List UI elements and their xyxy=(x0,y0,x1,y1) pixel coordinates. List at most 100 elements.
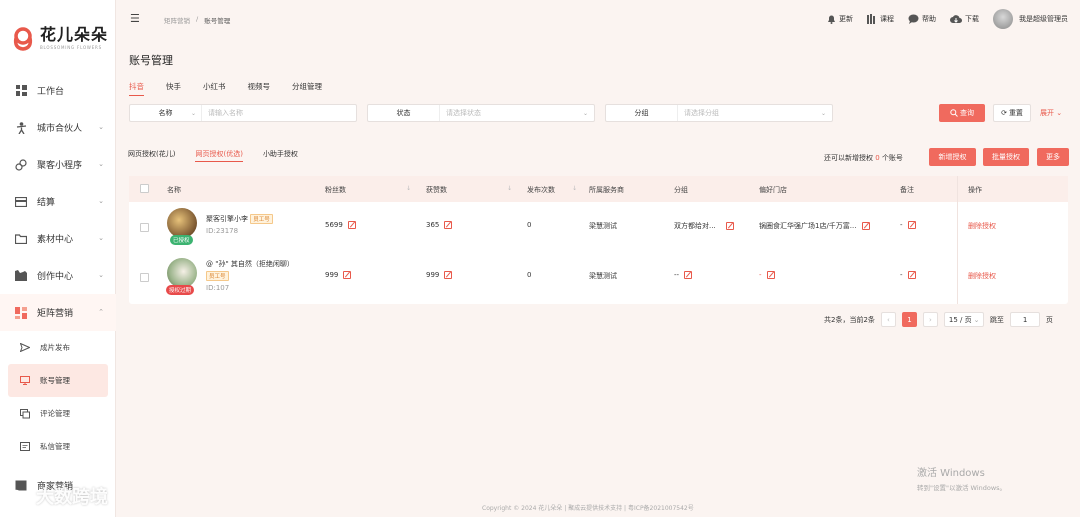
col-posts[interactable]: 发布次数 xyxy=(527,185,555,195)
status-filter-label-box: 状态 xyxy=(368,105,440,121)
edit-icon[interactable] xyxy=(861,222,870,230)
likes-value: 999 xyxy=(426,271,440,279)
provider-value: 梁慧测试 xyxy=(589,272,617,280)
more-button[interactable]: 更多 xyxy=(1037,148,1069,166)
sidebar-item-matrix-marketing[interactable]: 矩阵营销 ⌃ xyxy=(0,294,116,331)
status-select[interactable]: 请选择状态 ⌄ xyxy=(440,105,594,121)
tab-shipinhao[interactable]: 视频号 xyxy=(248,81,271,96)
tab-douyin[interactable]: 抖音 xyxy=(129,81,144,96)
table-row: 授权过期 @ "孙" 其自然（拒绝闲聊） 员工号 ID:107 999 999 … xyxy=(129,252,1068,302)
sort-icon[interactable]: ↓ xyxy=(507,185,512,192)
col-fans[interactable]: 粉丝数 xyxy=(325,185,346,195)
revoke-auth-link[interactable]: 删除授权 xyxy=(968,271,996,281)
update-button[interactable]: 更新 xyxy=(827,14,853,24)
chevron-down-icon: ⌄ xyxy=(98,123,104,131)
group-filter: 分组 请选择分组 ⌄ xyxy=(605,104,833,122)
tab-group-management[interactable]: 分组管理 xyxy=(292,81,322,96)
sidebar-subitem-comments[interactable]: 评论管理 xyxy=(0,397,116,430)
sidebar-subitem-messages[interactable]: 私信管理 xyxy=(0,430,116,463)
name-input[interactable]: 请输入名称 xyxy=(202,105,356,121)
edit-icon[interactable] xyxy=(907,271,916,279)
table-header: 名称 粉丝数 ↓ 获赞数 ↓ 发布次数 ↓ 所属服务商 分组 偏好门店 备注 操… xyxy=(129,176,1068,202)
menu-collapse-icon[interactable]: ☰ xyxy=(130,12,140,25)
col-provider: 所属服务商 xyxy=(589,186,624,194)
jump-page-input[interactable]: 1 xyxy=(1009,312,1040,327)
edit-icon[interactable] xyxy=(725,222,734,230)
revoke-auth-link[interactable]: 删除授权 xyxy=(968,221,996,231)
account-avatar[interactable] xyxy=(167,258,197,288)
sidebar-item-workbench[interactable]: 工作台 xyxy=(0,72,116,109)
sort-icon[interactable]: ↓ xyxy=(406,185,411,192)
account-avatar[interactable] xyxy=(167,208,197,238)
col-likes[interactable]: 获赞数 xyxy=(426,185,447,195)
avatar xyxy=(993,9,1013,29)
tab-xiaohongshu[interactable]: 小红书 xyxy=(203,81,226,96)
chevron-down-icon: ⌄ xyxy=(582,109,588,117)
more-label: 更多 xyxy=(1046,153,1060,161)
group-filter-label-box: 分组 xyxy=(606,105,678,121)
book-icon xyxy=(867,14,875,24)
sidebar-item-settlement[interactable]: 结算 ⌄ xyxy=(0,183,116,220)
sidebar: 花儿朵朵 BLOSSOMING FLOWERS 工作台 城市合伙人 ⌄ 聚客小程… xyxy=(0,0,116,517)
group-value: -- xyxy=(674,271,680,279)
sidebar-subitem-label: 私信管理 xyxy=(40,442,70,451)
edit-icon[interactable] xyxy=(343,271,352,279)
page-size-select[interactable]: 15 / 页 ⌄ xyxy=(943,312,984,327)
edit-icon[interactable] xyxy=(684,271,693,279)
edit-icon[interactable] xyxy=(347,221,356,229)
query-button[interactable]: 查询 xyxy=(939,104,985,122)
status-badge: 授权过期 xyxy=(166,285,195,295)
sort-icon[interactable]: ↓ xyxy=(572,185,577,192)
edit-icon[interactable] xyxy=(907,221,916,229)
download-button[interactable]: 下载 xyxy=(950,14,979,24)
sidebar-item-creation[interactable]: 创作中心 ⌄ xyxy=(0,257,116,294)
expand-toggle[interactable]: 展开 ⌄ xyxy=(1040,108,1062,118)
group-select-placeholder: 请选择分组 xyxy=(684,109,719,117)
group-select[interactable]: 请选择分组 ⌄ xyxy=(678,105,832,121)
watermark-text: 大数跨境 xyxy=(36,487,108,508)
course-button[interactable]: 课程 xyxy=(867,14,894,24)
edit-icon[interactable] xyxy=(444,221,453,229)
tab-kuaishou[interactable]: 快手 xyxy=(166,81,181,96)
edit-icon[interactable] xyxy=(766,271,775,279)
watermark-loop-icon xyxy=(9,489,33,503)
reset-button[interactable]: ⟳ 重置 xyxy=(993,104,1031,122)
accounts-table: 名称 粉丝数 ↓ 获赞数 ↓ 发布次数 ↓ 所属服务商 分组 偏好门店 备注 操… xyxy=(129,176,1068,304)
account-name[interactable]: 聚客引擎小李 xyxy=(206,215,248,223)
next-page-button[interactable]: › xyxy=(922,312,938,327)
posts-value: 0 xyxy=(527,221,532,229)
select-all-checkbox[interactable] xyxy=(140,184,149,193)
sidebar-subitem-publish[interactable]: 成片发布 xyxy=(0,331,116,364)
account-name[interactable]: @ "孙" 其自然（拒绝闲聊） xyxy=(206,259,294,269)
batch-auth-button[interactable]: 批量授权 xyxy=(983,148,1029,166)
add-auth-button[interactable]: 新增授权 xyxy=(929,148,976,166)
chevron-down-icon: ⌄ xyxy=(98,197,104,205)
edit-icon[interactable] xyxy=(444,271,453,279)
cloud-download-icon xyxy=(950,14,962,23)
row-checkbox[interactable] xyxy=(140,223,149,232)
name-filter-select[interactable]: 名称 ⌄ xyxy=(130,105,202,121)
sidebar-item-city-partner[interactable]: 城市合伙人 ⌄ xyxy=(0,109,116,146)
breadcrumb-item[interactable]: 矩阵营销 xyxy=(164,15,190,25)
prev-page-button[interactable]: ‹ xyxy=(880,312,896,327)
subtab-web-auth-youxuan[interactable]: 网页授权(优选) xyxy=(195,149,243,162)
send-icon xyxy=(20,343,30,353)
brand-title: 花儿朵朵 xyxy=(40,25,109,44)
name-input-placeholder: 请输入名称 xyxy=(208,109,243,117)
brand-logo[interactable]: 花儿朵朵 BLOSSOMING FLOWERS xyxy=(10,26,110,58)
page-number-button[interactable]: 1 xyxy=(901,312,917,327)
fans-value: 5699 xyxy=(325,221,343,229)
subtab-assistant-auth[interactable]: 小助手授权 xyxy=(263,149,298,162)
sidebar-item-materials[interactable]: 素材中心 ⌄ xyxy=(0,220,116,257)
pagination-summary: 共2条，当前2条 xyxy=(824,315,875,324)
row-checkbox[interactable] xyxy=(140,273,149,282)
sidebar-subitem-account-management[interactable]: 账号管理 xyxy=(8,364,108,397)
help-button[interactable]: 帮助 xyxy=(908,14,936,24)
subtab-web-auth-huaer[interactable]: 网页授权(花儿) xyxy=(128,149,175,162)
user-menu[interactable]: 我是超级管理员 xyxy=(993,9,1068,29)
course-label: 课程 xyxy=(880,15,894,23)
sidebar-item-miniapp[interactable]: 聚客小程序 ⌄ xyxy=(0,146,116,183)
main-content: 账号管理 抖音 快手 小红书 视频号 分组管理 名称 ⌄ 请输入名称 状态 请选… xyxy=(116,38,1080,517)
account-id: ID:23178 xyxy=(206,227,239,235)
jump-label: 跳至 xyxy=(989,315,1004,324)
